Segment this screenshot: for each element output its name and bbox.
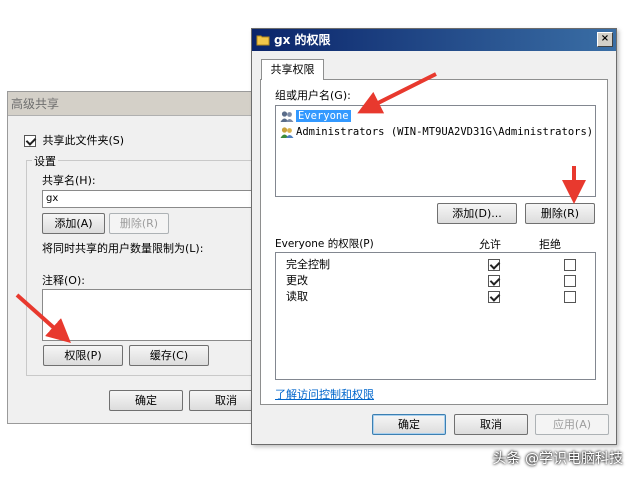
folder-icon (256, 35, 270, 46)
permission-list: 完全控制 更改 读取 (275, 252, 596, 380)
remove-share-label: 删除(R) (119, 217, 159, 230)
share-permissions-panel: 组或用户名(G): Everyone Administrators (WIN-M… (260, 79, 608, 405)
deny-checkbox[interactable] (563, 275, 576, 287)
back-cancel-label: 取消 (215, 394, 237, 407)
allow-checkbox[interactable] (488, 275, 500, 287)
permission-name: 更改 (286, 274, 308, 287)
apply-button[interactable]: 应用(A) (535, 414, 609, 435)
share-name-label: 共享名(H): (42, 174, 96, 187)
close-glyph: × (600, 33, 610, 44)
advanced-sharing-dialog: 高级共享 共享此文件夹(S) 设置 共享名(H): gx 添加(A) 删除(R)… (7, 91, 266, 424)
allow-header: 允许 (479, 238, 501, 251)
remove-user-button[interactable]: 删除(R) (525, 203, 595, 224)
list-item[interactable]: Administrators (WIN-MT9UA2VD31G\Administ… (276, 124, 595, 140)
permission-row: 读取 (276, 289, 595, 305)
deny-checkbox[interactable] (563, 259, 576, 271)
caching-button[interactable]: 缓存(C) (129, 345, 209, 366)
limit-users-label: 将同时共享的用户数量限制为(L): (42, 242, 204, 255)
ok-button-label: 确定 (398, 418, 420, 431)
permissions-title: gx 的权限 (274, 33, 331, 47)
permissions-dialog: gx 的权限 × 共享权限 组或用户名(G): Everyone Adminis… (251, 28, 617, 445)
share-folder-label: 共享此文件夹(S) (42, 134, 125, 147)
share-name-input[interactable]: gx (42, 190, 266, 208)
advanced-sharing-title: 高级共享 (8, 92, 264, 116)
user-name: Administrators (WIN-MT9UA2VD31G\Administ… (296, 126, 594, 138)
permission-row: 更改 (276, 273, 595, 289)
list-item[interactable]: Everyone (276, 108, 595, 124)
allow-checkbox[interactable] (488, 291, 500, 303)
group-user-label: 组或用户名(G): (275, 89, 351, 102)
user-name: Everyone (296, 110, 351, 122)
cancel-button[interactable]: 取消 (454, 414, 528, 435)
deny-header: 拒绝 (539, 238, 561, 251)
ok-button[interactable]: 确定 (372, 414, 446, 435)
settings-group-label: 设置 (32, 153, 58, 169)
users-icon (280, 110, 294, 122)
tab-share-permissions[interactable]: 共享权限 (261, 59, 324, 80)
share-folder-row[interactable]: 共享此文件夹(S) (24, 132, 124, 148)
comment-label: 注释(O): (42, 274, 85, 287)
user-list[interactable]: Everyone Administrators (WIN-MT9UA2VD31G… (275, 105, 596, 197)
back-ok-label: 确定 (135, 394, 157, 407)
remove-user-label: 删除(R) (540, 207, 580, 220)
permissions-button[interactable]: 权限(P) (43, 345, 123, 366)
perm-header: Everyone 的权限(P) (275, 238, 374, 250)
deny-checkbox[interactable] (563, 291, 576, 303)
permissions-button-label: 权限(P) (64, 349, 102, 362)
allow-checkbox[interactable] (488, 259, 500, 271)
permission-name: 读取 (286, 290, 308, 303)
cancel-button-label: 取消 (480, 418, 502, 431)
permission-row: 完全控制 (276, 257, 595, 273)
share-name-value: gx (46, 193, 59, 204)
permission-name: 完全控制 (286, 258, 330, 271)
back-ok-button[interactable]: 确定 (109, 390, 183, 411)
share-folder-checkbox[interactable] (24, 135, 36, 147)
add-share-button[interactable]: 添加(A) (42, 213, 105, 234)
comment-textarea[interactable] (42, 289, 266, 341)
apply-button-label: 应用(A) (552, 418, 592, 431)
add-user-label: 添加(D)... (452, 207, 502, 220)
caching-button-label: 缓存(C) (149, 349, 189, 362)
add-share-label: 添加(A) (54, 217, 93, 230)
remove-share-button[interactable]: 删除(R) (109, 213, 169, 234)
users-icon (280, 126, 294, 138)
watermark-text: 头条 @学识电脑科技 (492, 451, 623, 467)
add-user-button[interactable]: 添加(D)... (437, 203, 517, 224)
permissions-title-bar: gx 的权限 × (252, 29, 616, 51)
close-icon[interactable]: × (597, 32, 613, 47)
tab-share-permissions-label: 共享权限 (270, 63, 315, 76)
learn-access-control-link[interactable]: 了解访问控制和权限 (275, 386, 374, 402)
